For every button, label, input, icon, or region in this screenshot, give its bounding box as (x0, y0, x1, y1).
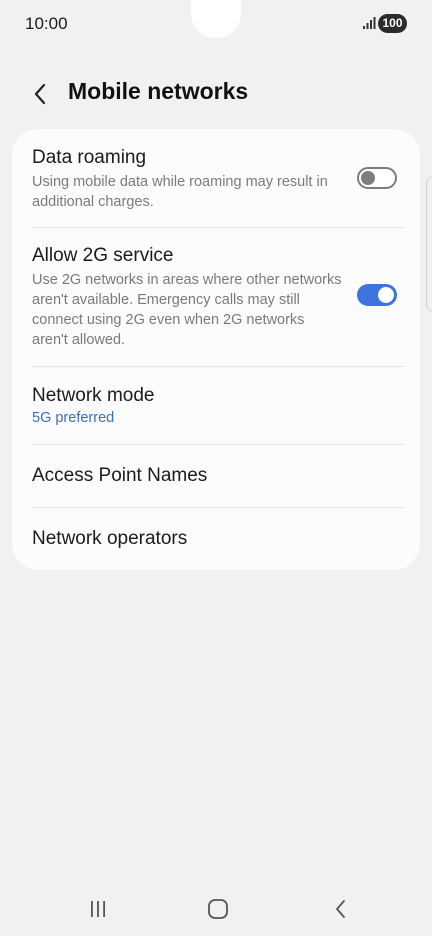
network-operators-title: Network operators (32, 528, 188, 549)
home-icon (208, 899, 228, 919)
toggle-knob (361, 171, 375, 185)
back-icon (336, 900, 345, 918)
page-title: Mobile networks (68, 78, 249, 104)
screen: 10:00 100 Mobile networks Data roaming U… (0, 0, 432, 936)
network-mode-title: Network mode (32, 385, 155, 406)
home-button[interactable] (198, 894, 238, 924)
scroll-indicator[interactable] (426, 176, 432, 312)
recents-button[interactable] (78, 894, 118, 924)
recents-icon (91, 901, 105, 917)
network-mode-item[interactable]: Network mode 5G preferred (12, 367, 420, 445)
toggle-knob (378, 287, 394, 303)
allow-2g-toggle[interactable] (357, 284, 397, 306)
data-roaming-title: Data roaming (32, 147, 147, 168)
status-time: 10:00 (25, 14, 68, 33)
access-point-names-item[interactable]: Access Point Names (12, 445, 420, 507)
status-bar: 10:00 100 (0, 0, 432, 48)
battery-indicator: 100 (378, 14, 407, 33)
back-button[interactable] (22, 78, 58, 110)
network-operators-item[interactable]: Network operators (12, 508, 420, 570)
allow-2g-item[interactable]: Allow 2G service Use 2G networks in area… (12, 228, 420, 366)
data-roaming-description: Using mobile data while roaming may resu… (32, 174, 328, 210)
access-point-names-title: Access Point Names (32, 465, 208, 486)
allow-2g-description: Use 2G networks in areas where other net… (32, 272, 342, 348)
header: Mobile networks (0, 70, 432, 118)
system-back-button[interactable] (320, 894, 360, 924)
allow-2g-title: Allow 2G service (32, 245, 174, 266)
signal-bars-icon (363, 17, 376, 29)
chevron-left-icon (34, 83, 46, 105)
network-mode-value: 5G preferred (32, 410, 115, 426)
settings-card: Data roaming Using mobile data while roa… (12, 129, 420, 570)
data-roaming-item[interactable]: Data roaming Using mobile data while roa… (12, 129, 420, 227)
navigation-bar (0, 880, 432, 936)
data-roaming-toggle[interactable] (357, 167, 397, 189)
